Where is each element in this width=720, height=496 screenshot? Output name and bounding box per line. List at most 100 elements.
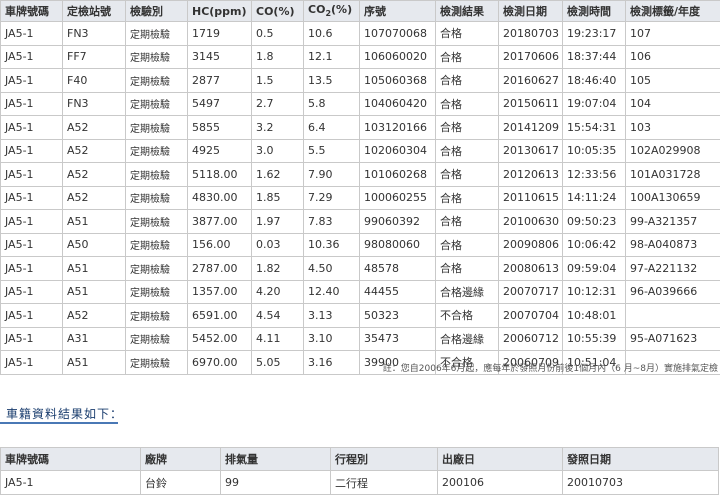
cell-result: 合格 [435,232,499,257]
cell-hc: 5497 [187,91,252,116]
col-header-date: 檢測日期 [498,0,563,22]
cell-category: 定期檢驗 [125,21,188,46]
cell-date: 20100630 [498,209,563,234]
cell-time: 09:59:04 [562,256,626,281]
cell-co2: 3.13 [303,303,360,328]
cell-category: 定期檢驗 [125,44,188,69]
table-row: JA5-1 A52 定期檢驗 4925 3.0 5.5 102060304 合格 2013061… [0,138,720,163]
table-row: JA5-1 A52 定期檢驗 6591.00 4.54 3.13 50323 不合格 20070… [0,303,720,328]
cell-label: 95-A071623 [625,326,720,351]
cell-date: 20110615 [498,185,563,210]
cell-co: 1.97 [251,209,304,234]
table-row: JA5-1 F40 定期檢驗 2877 1.5 13.5 105060368 合格 201606… [0,68,720,93]
cell-result: 合格 [435,91,499,116]
cell-hc: 4925 [187,138,252,163]
cell-plate: JA5-1 [0,44,63,69]
cell-date: 20070704 [498,303,563,328]
vehicle-header-plate: 車牌號碼 [0,447,141,471]
cell-result: 合格邊緣 [435,279,499,304]
cell-hc: 4830.00 [187,185,252,210]
cell-time: 18:46:40 [562,68,626,93]
cell-co: 4.20 [251,279,304,304]
table-row: JA5-1 A52 定期檢驗 5118.00 1.62 7.90 101060268 合格 20… [0,162,720,187]
cell-station: A52 [62,303,126,328]
vehicle-cell-displacement: 99 [220,470,331,495]
cell-time: 15:54:31 [562,115,626,140]
vehicle-cell-plate: JA5-1 [0,470,141,495]
cell-co: 1.8 [251,44,304,69]
cell-result: 合格 [435,256,499,281]
cell-result: 合格 [435,162,499,187]
cell-co2: 7.83 [303,209,360,234]
cell-plate: JA5-1 [0,256,63,281]
cell-label: 105 [625,68,720,93]
cell-co2: 12.1 [303,44,360,69]
co2-header-prefix: CO [308,3,326,17]
col-header-time: 檢測時間 [562,0,626,22]
cell-result: 合格 [435,138,499,163]
cell-serial: 105060368 [359,68,436,93]
cell-station: A31 [62,326,126,351]
cell-label: 102A029908 [625,138,720,163]
cell-time: 10:06:42 [562,232,626,257]
cell-station: FN3 [62,91,126,116]
cell-co2: 7.90 [303,162,360,187]
table-row: JA5-1 FN3 定期檢驗 1719 0.5 10.6 107070068 合格 201807… [0,21,720,46]
vehicle-header-brand: 廠牌 [140,447,221,471]
cell-date: 20060712 [498,326,563,351]
inspection-note: 註：您自2006年6月起，應每年於發照月份前後1個月內（6 月~8月）實施排氣定… [382,364,718,374]
cell-co: 0.03 [251,232,304,257]
cell-date: 20160627 [498,68,563,93]
cell-hc: 3145 [187,44,252,69]
cell-time: 09:50:23 [562,209,626,234]
vehicle-cell-stroke: 二行程 [330,470,438,495]
cell-time: 10:48:01 [562,303,626,328]
cell-co: 1.85 [251,185,304,210]
cell-category: 定期檢驗 [125,232,188,257]
cell-category: 定期檢驗 [125,279,188,304]
cell-category: 定期檢驗 [125,209,188,234]
cell-co: 4.54 [251,303,304,328]
cell-serial: 35473 [359,326,436,351]
cell-category: 定期檢驗 [125,303,188,328]
cell-co2: 5.5 [303,138,360,163]
vehicle-header-displacement: 排氣量 [220,447,331,471]
cell-label: 104 [625,91,720,116]
table-row: JA5-1 A51 定期檢驗 1357.00 4.20 12.40 44455 合格邊緣 200… [0,279,720,304]
cell-label: 97-A221132 [625,256,720,281]
cell-station: A52 [62,138,126,163]
cell-serial: 103120166 [359,115,436,140]
cell-time: 10:55:39 [562,326,626,351]
cell-plate: JA5-1 [0,115,63,140]
vehicle-section-title: 車籍資料結果如下： [6,407,124,421]
cell-plate: JA5-1 [0,138,63,163]
cell-date: 20150611 [498,91,563,116]
cell-date: 20130617 [498,138,563,163]
cell-date: 20180703 [498,21,563,46]
table-row: JA5-1 A50 定期檢驗 156.00 0.03 10.36 98080060 合格 200… [0,232,720,257]
cell-co2: 4.50 [303,256,360,281]
cell-hc: 3877.00 [187,209,252,234]
cell-date: 20090806 [498,232,563,257]
cell-serial: 50323 [359,303,436,328]
cell-result: 合格 [435,21,499,46]
vehicle-section-underline [0,422,118,424]
cell-plate: JA5-1 [0,326,63,351]
cell-serial: 44455 [359,279,436,304]
cell-co: 2.7 [251,91,304,116]
vehicle-header-manufacture: 出廠日 [437,447,563,471]
cell-plate: JA5-1 [0,232,63,257]
cell-serial: 101060268 [359,162,436,187]
col-header-result: 檢測結果 [435,0,499,22]
cell-category: 定期檢驗 [125,91,188,116]
table-row: JA5-1 A51 定期檢驗 2787.00 1.82 4.50 48578 合格 200806… [0,256,720,281]
cell-serial: 104060420 [359,91,436,116]
cell-serial: 48578 [359,256,436,281]
table-row: JA5-1 A31 定期檢驗 5452.00 4.11 3.10 35473 合格邊緣 2006… [0,326,720,351]
cell-station: A51 [62,256,126,281]
cell-category: 定期檢驗 [125,185,188,210]
cell-time: 19:07:04 [562,91,626,116]
cell-co2: 10.36 [303,232,360,257]
cell-co2: 6.4 [303,115,360,140]
cell-label: 99-A321357 [625,209,720,234]
